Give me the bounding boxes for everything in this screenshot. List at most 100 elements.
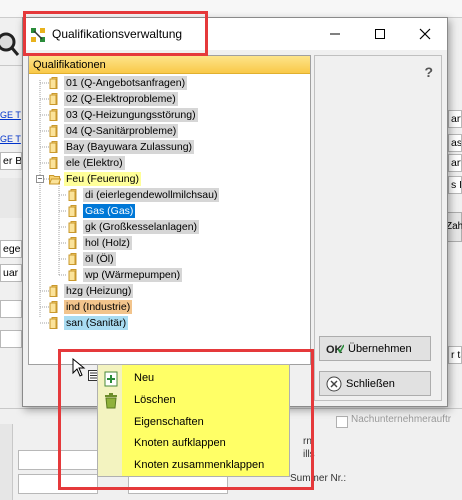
background-field[interactable]: er Bre — [0, 152, 22, 170]
menu-item-label: Löschen — [134, 394, 176, 406]
tree-node-label: 02 (Q-Elektroprobleme) — [64, 92, 178, 106]
tree-node[interactable]: 03 (Q-Heizungungsstörung) — [49, 107, 198, 123]
background-field[interactable] — [0, 300, 22, 318]
window-title: Qualifikationsverwaltung — [52, 27, 183, 41]
checkbox-label: Nachunternehmerauftr — [351, 414, 452, 425]
mouse-cursor-icon — [72, 358, 86, 377]
qualifikationsverwaltung-dialog: Qualifikationsverwaltung Qualifikationen — [22, 17, 448, 407]
trash-icon — [104, 393, 118, 409]
menu-item-label: Neu — [134, 372, 155, 384]
tree-node-label: Bay (Bayuwara Zulassung) — [64, 140, 195, 154]
folder-icon — [68, 189, 77, 201]
folder-icon — [68, 253, 77, 265]
background-field[interactable]: r tau — [448, 346, 462, 364]
menu-item-label: Knoten aufklappen — [134, 437, 226, 449]
menu-item-label: Eigenschaften — [134, 416, 204, 428]
title-bar[interactable]: Qualifikationsverwaltung — [23, 18, 447, 50]
tree-node[interactable]: hzg (Heizung) — [49, 283, 134, 299]
tree-node-label: öl (Öl) — [83, 252, 116, 266]
background-label: Summer Nr.: — [290, 473, 347, 484]
menu-item-expand-nodes[interactable]: Knoten aufklappen — [98, 433, 289, 455]
background-field[interactable] — [18, 474, 98, 494]
folder-icon — [68, 205, 77, 217]
checkmark-icon: OK — [326, 344, 344, 356]
tree-node-label: Feu (Feuerung) — [64, 172, 141, 186]
minimize-icon[interactable] — [312, 18, 357, 50]
apply-button-label: Übernehmen — [348, 342, 412, 355]
tree-node-label: hzg (Heizung) — [64, 284, 134, 298]
background-field[interactable] — [0, 330, 22, 348]
tree-node[interactable]: san (Sanitär) — [49, 315, 129, 331]
close-button-label: Schließen — [346, 377, 395, 390]
menu-item-new[interactable]: Neu — [98, 368, 289, 390]
background-top-bar — [0, 0, 462, 18]
folder-icon — [49, 125, 58, 137]
background-panel — [0, 424, 13, 500]
tree-node[interactable]: wp (Wärmepumpen) — [68, 267, 183, 283]
tree-node[interactable]: ele (Elektro) — [49, 155, 125, 171]
background-field[interactable]: uar 2 — [0, 264, 22, 282]
search-icon[interactable] — [0, 28, 20, 58]
tree-node[interactable]: Bay (Bayuwara Zulassung) — [49, 139, 195, 155]
close-icon[interactable] — [402, 18, 447, 50]
menu-item-delete[interactable]: Löschen — [98, 390, 289, 412]
app-icon — [31, 28, 45, 42]
folder-icon — [68, 269, 77, 281]
close-button[interactable]: Schließen — [319, 371, 431, 396]
background-field[interactable]: as, 4 — [448, 134, 462, 152]
tree-node-label: gk (Großkesselanlagen) — [83, 220, 200, 234]
background-field[interactable] — [128, 474, 228, 494]
tree-node-label: ind (Industrie) — [64, 300, 133, 314]
folder-icon — [68, 221, 77, 233]
tree-node[interactable]: gk (Großkesselanlagen) — [68, 219, 200, 235]
folder-icon — [49, 109, 58, 121]
tree-node[interactable]: Gas (Gas) — [68, 203, 136, 219]
tree-node-label: san (Sanitär) — [64, 316, 129, 330]
folder-icon — [49, 175, 61, 185]
tree-node-label: 01 (Q-Angebotsanfragen) — [64, 76, 188, 90]
background-field[interactable]: artung — [448, 110, 462, 128]
background-panel — [0, 178, 22, 218]
tree-node[interactable]: 04 (Q-Sanitärprobleme) — [49, 123, 179, 139]
folder-icon — [49, 285, 58, 297]
folder-icon — [68, 237, 77, 249]
tree-node[interactable]: 02 (Q-Elektroprobleme) — [49, 91, 178, 107]
background-field[interactable]: s Inte — [448, 176, 462, 194]
background-label: ills — [303, 449, 315, 460]
context-menu: Neu Löschen Eigenschaften Knoten aufklap… — [97, 364, 290, 477]
apply-button[interactable]: OK Übernehmen — [319, 336, 431, 361]
background-label: rn. — [303, 436, 315, 447]
background-field[interactable]: artung — [448, 154, 462, 172]
tree-node-label: 04 (Q-Sanitärprobleme) — [64, 124, 179, 138]
tree-node-label: di (eierlegendewollmilchsau) — [83, 188, 220, 202]
folder-icon — [49, 301, 58, 313]
tree-node[interactable]: di (eierlegendewollmilchsau) — [68, 187, 220, 203]
tree-node[interactable]: öl (Öl) — [68, 251, 116, 267]
divider — [0, 65, 22, 66]
qualifications-tree[interactable]: Qualifikationen − 01 (Q-Angebotsanfragen… — [28, 55, 311, 365]
background-field[interactable] — [18, 450, 98, 470]
tree-node[interactable]: Feu (Feuerung) — [49, 171, 141, 187]
checkbox[interactable] — [336, 416, 348, 428]
folder-icon — [49, 93, 58, 105]
tree-node[interactable]: 01 (Q-Angebotsanfragen) — [49, 75, 188, 91]
tree-node-label: 03 (Q-Heizungungsstörung) — [64, 108, 198, 122]
background-field[interactable]: egeb — [0, 240, 22, 258]
menu-item-properties[interactable]: Eigenschaften — [98, 412, 289, 434]
tree-node[interactable]: ind (Industrie) — [49, 299, 133, 315]
tree-node-label: ele (Elektro) — [64, 156, 125, 170]
tree-node-label: wp (Wärmepumpen) — [83, 268, 183, 282]
tree-node[interactable]: hol (Holz) — [68, 235, 132, 251]
maximize-icon[interactable] — [357, 18, 402, 50]
tree-node-label: Gas (Gas) — [83, 204, 136, 218]
close-circle-icon — [326, 376, 342, 391]
menu-item-collapse-nodes[interactable]: Knoten zusammenklappen — [98, 455, 289, 477]
folder-icon — [49, 157, 58, 169]
background-link[interactable]: GE T — [0, 134, 21, 144]
help-icon[interactable]: ? — [424, 64, 433, 80]
background-link[interactable]: GE T — [0, 110, 21, 120]
collapse-toggle[interactable]: − — [36, 175, 44, 183]
menu-item-label: Knoten zusammenklappen — [134, 459, 265, 471]
new-icon — [104, 371, 118, 387]
tree-node-label: hol (Holz) — [83, 236, 132, 250]
